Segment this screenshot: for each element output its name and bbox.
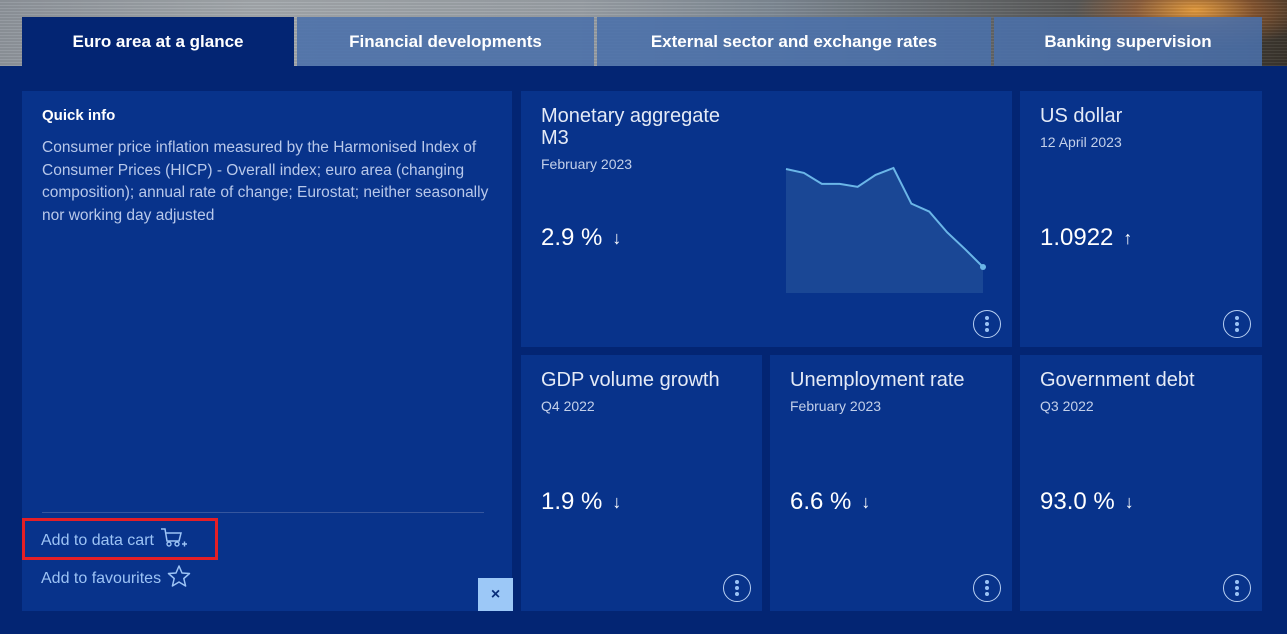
add-to-favourites-link[interactable]: Add to favourites: [41, 565, 191, 592]
arrow-down-icon: ↓: [612, 227, 622, 248]
dot-icon: [735, 586, 739, 590]
arrow-down-icon: ↓: [861, 491, 871, 512]
card-date: Q4 2022: [541, 398, 595, 414]
tab-euro-area-at-a-glance[interactable]: Euro area at a glance: [22, 17, 294, 66]
card-monetary-aggregate-m3[interactable]: Monetary aggregate M3 February 2023 2.9 …: [521, 91, 1012, 347]
dot-icon: [1235, 328, 1239, 332]
card-value-text: 6.6 %: [790, 488, 852, 515]
dot-icon: [985, 586, 989, 590]
dot-icon: [985, 592, 989, 596]
add-to-favourites-label: Add to favourites: [41, 569, 162, 587]
quick-info-title: Quick info: [42, 107, 116, 124]
more-options-button[interactable]: [973, 310, 1001, 338]
card-value: 1.9 % ↓: [541, 488, 621, 516]
card-title: GDP volume growth: [541, 369, 720, 391]
card-gdp-volume-growth[interactable]: GDP volume growth Q4 2022 1.9 % ↓: [521, 355, 762, 611]
card-unemployment-rate[interactable]: Unemployment rate February 2023 6.6 % ↓: [770, 355, 1012, 611]
dot-icon: [1235, 322, 1239, 326]
dot-icon: [735, 592, 739, 596]
close-button[interactable]: ×: [478, 578, 513, 611]
card-value: 2.9 % ↓: [541, 224, 621, 252]
sparkline-area: [786, 168, 983, 293]
card-value: 6.6 % ↓: [790, 488, 870, 516]
card-date: 12 April 2023: [1040, 134, 1122, 150]
card-date: February 2023: [541, 156, 633, 172]
card-value: 1.0922 ↑: [1040, 224, 1132, 252]
quick-info-description: Consumer price inflation measured by the…: [42, 139, 489, 224]
dot-icon: [1235, 316, 1239, 320]
more-options-button[interactable]: [723, 574, 751, 602]
dot-icon: [985, 322, 989, 326]
more-options-button[interactable]: [973, 574, 1001, 602]
card-us-dollar[interactable]: US dollar 12 April 2023 1.0922 ↑: [1020, 91, 1262, 347]
divider: [42, 512, 484, 513]
arrow-down-icon: ↓: [1124, 491, 1134, 512]
star-icon: [167, 565, 191, 592]
card-value-text: 93.0 %: [1040, 488, 1115, 515]
card-title: US dollar: [1040, 105, 1123, 127]
tab-banking-supervision[interactable]: Banking supervision: [994, 17, 1262, 66]
quick-info-panel: Quick info Consumer price inflation meas…: [22, 91, 513, 611]
tab-external-sector[interactable]: External sector and exchange rates: [597, 17, 991, 66]
m3-sparkline-chart: [785, 166, 986, 293]
card-title: Government debt: [1040, 369, 1195, 391]
arrow-up-icon: ↑: [1123, 227, 1133, 248]
sparkline-last-point: [980, 264, 986, 270]
dot-icon: [985, 580, 989, 584]
dot-icon: [1235, 586, 1239, 590]
dot-icon: [985, 316, 989, 320]
dot-icon: [735, 580, 739, 584]
card-title: Unemployment rate: [790, 369, 965, 391]
card-value: 93.0 % ↓: [1040, 488, 1134, 516]
more-options-button[interactable]: [1223, 310, 1251, 338]
card-date: February 2023: [790, 398, 882, 414]
tab-bar: Euro area at a glance Financial developm…: [22, 17, 1262, 66]
card-value-text: 2.9 %: [541, 224, 603, 251]
card-value-text: 1.9 %: [541, 488, 603, 515]
main-content: Quick info Consumer price inflation meas…: [0, 66, 1287, 634]
card-date: Q3 2022: [1040, 398, 1094, 414]
card-government-debt[interactable]: Government debt Q3 2022 93.0 % ↓: [1020, 355, 1262, 611]
add-to-data-cart-label: Add to data cart: [41, 531, 154, 549]
dot-icon: [1235, 580, 1239, 584]
card-value-text: 1.0922: [1040, 224, 1114, 251]
tab-financial-developments[interactable]: Financial developments: [297, 17, 594, 66]
dot-icon: [985, 328, 989, 332]
more-options-button[interactable]: [1223, 574, 1251, 602]
card-title: Monetary aggregate M3: [541, 105, 721, 149]
cart-plus-icon: [160, 527, 188, 554]
arrow-down-icon: ↓: [612, 491, 622, 512]
add-to-data-cart-link[interactable]: Add to data cart: [41, 527, 188, 554]
dot-icon: [1235, 592, 1239, 596]
